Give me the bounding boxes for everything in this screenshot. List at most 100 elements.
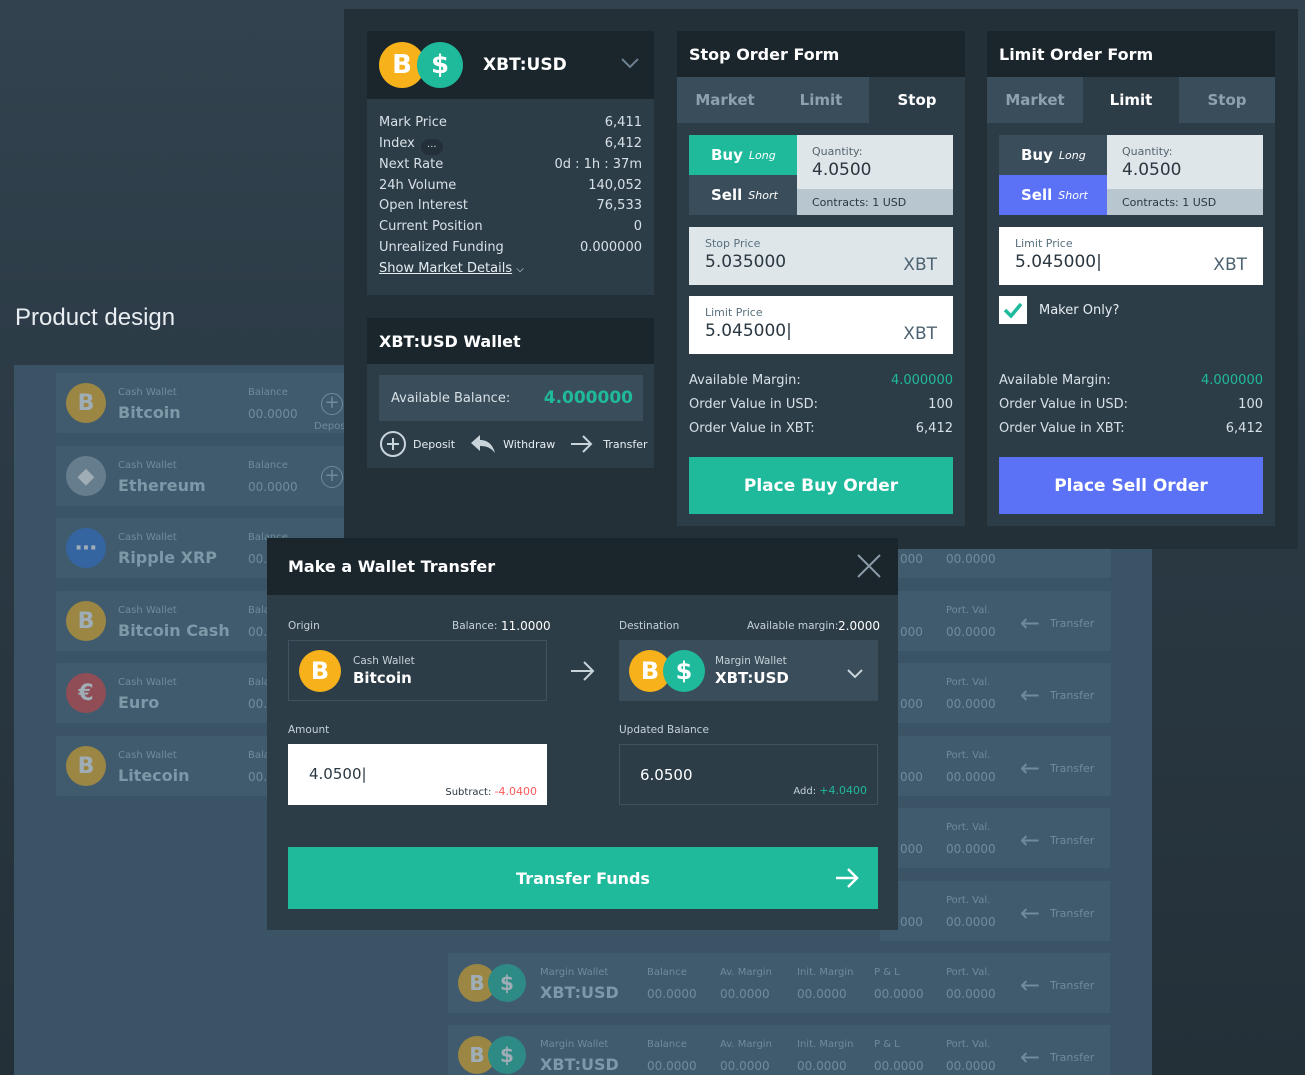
transfer-link: Transfer	[1050, 689, 1095, 702]
transfer-link: Transfer	[1050, 762, 1095, 775]
destination-margin-label: Available margin:	[747, 620, 839, 632]
arrow-left-icon[interactable]: ←	[1020, 754, 1040, 782]
sell-short-toggle[interactable]: Sell Short	[689, 175, 797, 215]
tab-market[interactable]: Market	[677, 77, 773, 123]
market-stat-row: Open Interest 76,533	[379, 196, 642, 217]
xbt-usd-coin-pair: B $	[379, 42, 463, 88]
plus-circle-icon[interactable]: +	[321, 466, 343, 488]
summary-value: 6,412	[1225, 421, 1263, 436]
limit-order-summary: Available Margin: 4.000000 Order Value in …	[999, 369, 1263, 441]
coin-icon: ◆	[66, 456, 106, 496]
updated-balance-field: 6.0500 Add: +4.0400	[619, 744, 878, 805]
coin-icon: B	[66, 601, 106, 641]
transfer-funds-button[interactable]: Transfer Funds	[288, 847, 878, 909]
background-margin-wallet-row: B $ Margin Wallet XBT:USD Balance 00.0000 Av. …	[448, 1025, 1110, 1075]
more-icon[interactable]: ...	[420, 138, 443, 155]
stop-price-unit: XBT	[903, 255, 937, 275]
background-margin-row-partial: 000 Port. Val. 00.0000 ← Transfer	[880, 663, 1110, 723]
withdraw-button[interactable]: Withdraw	[469, 433, 555, 455]
chevron-down-icon[interactable]: ⌵	[516, 264, 524, 275]
summary-value: 100	[1238, 397, 1263, 412]
sell-short-toggle[interactable]: Sell Short	[999, 175, 1107, 215]
buy-long-toggle[interactable]: Buy Long	[999, 135, 1107, 175]
buy-label: Buy	[1021, 146, 1053, 164]
arrow-left-icon[interactable]: ←	[1020, 681, 1040, 709]
column-header: P & L	[874, 967, 900, 978]
market-stat-value: 140,052	[588, 177, 642, 193]
buy-long-toggle[interactable]: Buy Long	[689, 135, 797, 175]
deposit-button[interactable]: Deposit	[379, 430, 455, 458]
summary-value: 100	[928, 397, 953, 412]
summary-row: Available Margin: 4.000000	[999, 369, 1263, 393]
column-header: Init. Margin	[797, 967, 854, 978]
place-sell-order-button[interactable]: Place Sell Order	[999, 457, 1263, 514]
wallet-transfer-modal: Make a Wallet Transfer Origin Balance: 1…	[267, 538, 898, 930]
tab-stop[interactable]: Stop	[869, 77, 965, 123]
modal-title: Make a Wallet Transfer	[288, 557, 496, 576]
arrow-left-icon[interactable]: ←	[1020, 1043, 1040, 1071]
port-val-value: 00.0000	[946, 697, 996, 711]
column-header: Av. Margin	[720, 967, 772, 978]
balance-value: 00.0000	[248, 480, 298, 494]
destination-wallet-name: XBT:USD	[715, 668, 789, 687]
tab-stop[interactable]: Stop	[1179, 77, 1275, 123]
close-icon[interactable]	[856, 553, 882, 583]
quantity-label: Quantity:	[1122, 145, 1173, 158]
column-header: Port. Val.	[946, 1039, 991, 1050]
column-value: 00.0000	[946, 987, 996, 1001]
amount-input[interactable]: 4.0500| Subtract: -4.0400	[288, 744, 547, 805]
tab-market[interactable]: Market	[987, 77, 1083, 123]
available-balance-box: Available Balance: 4.000000	[379, 375, 643, 421]
origin-wallet-field[interactable]: B Cash Wallet Bitcoin	[288, 640, 547, 701]
show-market-details-link[interactable]: Show Market Details	[379, 261, 512, 276]
summary-label: Order Value in USD:	[689, 397, 819, 412]
market-symbol: XBT:USD	[483, 55, 567, 75]
buy-sub-label: Long	[1058, 148, 1086, 162]
stop-price-field[interactable]: Stop Price 5.035000 XBT	[689, 227, 953, 285]
stop-form-title: Stop Order Form	[677, 31, 965, 77]
arrow-left-icon[interactable]: ←	[1020, 826, 1040, 854]
origin-wallet-name: Bitcoin	[353, 668, 412, 687]
limit-price-field[interactable]: Limit Price 5.045000| XBT	[999, 227, 1263, 285]
wallet-type-label: Cash Wallet	[118, 532, 177, 543]
stop-price-value: 5.035000	[705, 252, 787, 272]
tab-limit[interactable]: Limit	[1083, 77, 1179, 123]
market-stat-value: 6,412	[604, 135, 642, 151]
buy-label: Buy	[711, 146, 743, 164]
transfer-button[interactable]: Transfer	[569, 433, 648, 455]
place-buy-order-button[interactable]: Place Buy Order	[689, 457, 953, 514]
maker-only-checkbox-row[interactable]: Maker Only?	[999, 296, 1119, 324]
arrow-left-icon[interactable]: ←	[1020, 899, 1040, 927]
limit-price-field[interactable]: Limit Price 5.045000| XBT	[689, 296, 953, 354]
buy-sell-selector: Buy Long Sell Short Quantity: 4.0500 Contr…	[689, 135, 953, 215]
market-stat-label: Index ...	[379, 134, 443, 155]
market-stat-label: Open Interest	[379, 198, 468, 214]
summary-label: Available Margin:	[999, 373, 1111, 388]
port-val-value: 00.0000	[946, 552, 996, 566]
plus-circle-icon[interactable]: +	[321, 393, 343, 415]
wallet-type-label: Cash Wallet	[118, 677, 177, 688]
amount-label: Amount	[288, 724, 330, 736]
market-stat-row: 24h Volume 140,052	[379, 176, 642, 197]
maker-only-checkbox[interactable]	[999, 296, 1027, 324]
arrow-left-icon[interactable]: ←	[1020, 609, 1040, 637]
transfer-link: Transfer	[1050, 1051, 1095, 1064]
value-partial: 000	[900, 842, 923, 856]
chevron-down-icon[interactable]	[620, 53, 640, 74]
transfer-link: Transfer	[1050, 979, 1095, 992]
quantity-field[interactable]: Quantity: 4.0500	[1107, 135, 1263, 189]
summary-label: Order Value in XBT:	[999, 421, 1125, 436]
column-value: 00.0000	[797, 1059, 847, 1073]
arrow-right-icon	[834, 865, 860, 895]
limit-order-form: Limit Order Form Market Limit Stop Buy Lo…	[987, 31, 1275, 526]
trading-dashboard: B $ XBT:USD Mark Price 6,411 Index ... 6,41…	[344, 9, 1298, 549]
market-info-card: B $ XBT:USD Mark Price 6,411 Index ... 6,41…	[367, 31, 654, 295]
arrow-left-icon[interactable]: ←	[1020, 971, 1040, 999]
quantity-field[interactable]: Quantity: 4.0500	[797, 135, 953, 189]
summary-row: Order Value in XBT: 6,412	[999, 417, 1263, 441]
chevron-down-icon[interactable]	[846, 665, 864, 684]
value-partial: 000	[900, 915, 923, 929]
destination-wallet-select[interactable]: B $ Margin Wallet XBT:USD	[619, 640, 878, 701]
value-partial: 000	[900, 770, 923, 784]
tab-limit[interactable]: Limit	[773, 77, 869, 123]
